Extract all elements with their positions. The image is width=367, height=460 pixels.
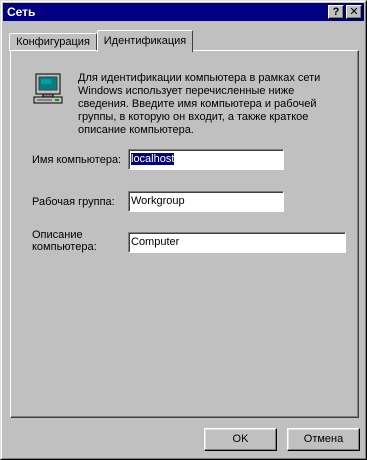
computer-description-field[interactable]: Computer [128,232,346,253]
help-button[interactable]: ? [328,5,344,19]
computer-description-value: Computer [131,236,180,248]
computer-name-label: Имя компьютера: [32,154,122,166]
window-title: Сеть [7,5,36,19]
computer-name-value: localhost [131,153,175,165]
title-bar[interactable]: Сеть ? ✕ [3,3,364,21]
close-button[interactable]: ✕ [346,5,362,19]
tab-identification[interactable]: Идентификация [97,30,193,52]
ok-button[interactable]: OK [204,428,277,451]
workgroup-label: Рабочая группа: [32,196,115,208]
workgroup-value: Workgroup [131,195,185,207]
identification-description: Для идентификации компьютера в рамках се… [78,72,321,136]
identification-panel: Для идентификации компьютера в рамках се… [10,50,359,418]
computer-icon [33,73,63,104]
cancel-button[interactable]: Отмена [287,428,360,451]
tab-configuration[interactable]: Конфигурация [9,33,97,51]
network-dialog: Сеть ? ✕ Конфигурация Идентификация Для … [0,0,367,460]
workgroup-field[interactable]: Workgroup [128,191,284,212]
computer-description-label-line2: компьютера: [32,241,97,253]
computer-name-field[interactable]: localhost [128,149,284,170]
